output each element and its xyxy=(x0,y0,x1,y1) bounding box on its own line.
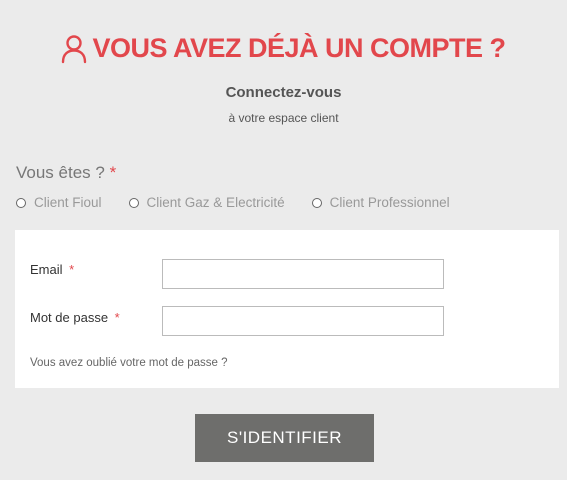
radio-client-fioul[interactable]: Client Fioul xyxy=(16,195,102,210)
required-asterisk: * xyxy=(109,163,117,182)
radio-client-professionnel[interactable]: Client Professionnel xyxy=(311,195,450,210)
login-submit-button[interactable]: S'IDENTIFIER xyxy=(195,414,374,462)
radio-client-gaz-electricite[interactable]: Client Gaz & Electricité xyxy=(128,195,285,210)
user-icon xyxy=(61,34,87,64)
login-form-panel: Email * Mot de passe * Vous avez oublié … xyxy=(15,230,559,388)
required-asterisk: * xyxy=(114,310,120,325)
customer-type-radio-group: Client Fioul Client Gaz & Electricité Cl… xyxy=(16,195,477,210)
radio-button[interactable] xyxy=(16,197,26,208)
customer-type-label: Vous êtes ? xyxy=(16,163,105,182)
customer-type-question: Vous êtes ? * xyxy=(16,163,116,183)
password-label: Mot de passe * xyxy=(30,310,120,325)
email-field[interactable] xyxy=(162,259,444,289)
email-label: Email * xyxy=(30,262,75,277)
password-field[interactable] xyxy=(162,306,444,336)
login-sub-subtitle: à votre espace client xyxy=(228,111,339,125)
radio-button[interactable] xyxy=(128,197,139,208)
forgot-password-link[interactable]: Vous avez oublié votre mot de passe ? xyxy=(30,357,228,369)
radio-label: Client Professionnel xyxy=(329,195,450,210)
radio-button[interactable] xyxy=(311,197,322,208)
radio-label: Client Fioul xyxy=(34,195,102,210)
required-asterisk: * xyxy=(69,262,75,277)
login-subtitle: Connectez-vous xyxy=(225,84,342,101)
page-title: VOUS AVEZ DÉJÀ UN COMPTE ? xyxy=(0,33,567,64)
page-title-text: VOUS AVEZ DÉJÀ UN COMPTE ? xyxy=(92,33,506,63)
radio-label: Client Gaz & Electricité xyxy=(146,195,285,210)
